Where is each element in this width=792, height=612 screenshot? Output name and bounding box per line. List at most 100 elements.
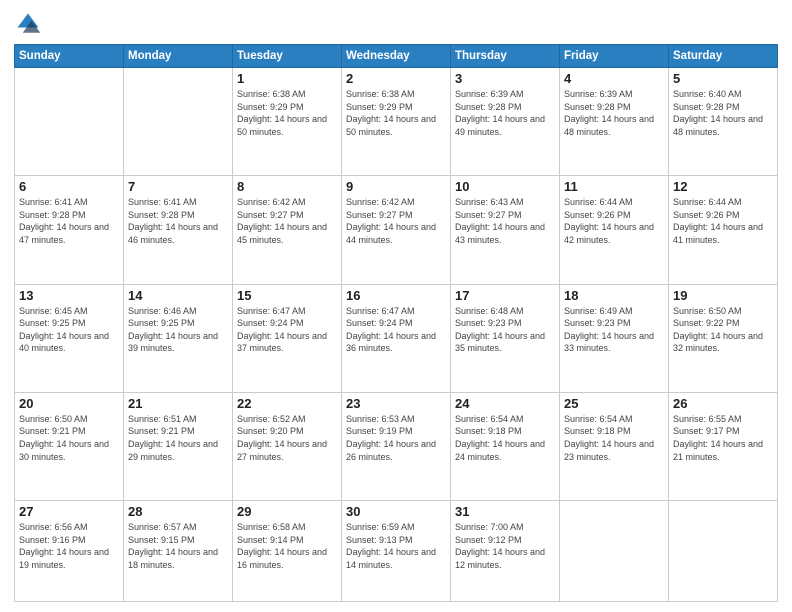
calendar-cell: 29 Sunrise: 6:58 AM Sunset: 9:14 PM Dayli…: [233, 501, 342, 602]
day-number: 17: [455, 288, 555, 303]
cell-info: Sunrise: 6:39 AM Sunset: 9:28 PM Dayligh…: [564, 88, 664, 138]
cell-info: Sunrise: 6:50 AM Sunset: 9:22 PM Dayligh…: [673, 305, 773, 355]
calendar-cell: 19 Sunrise: 6:50 AM Sunset: 9:22 PM Dayli…: [669, 284, 778, 392]
calendar-cell: 31 Sunrise: 7:00 AM Sunset: 9:12 PM Dayli…: [451, 501, 560, 602]
calendar-cell: 25Sunrise: 6:54 AM Sunset: 9:18 PM Dayli…: [560, 392, 669, 500]
cell-info: Sunrise: 6:44 AM Sunset: 9:26 PM Dayligh…: [673, 196, 773, 246]
cell-info: Sunrise: 6:59 AM Sunset: 9:13 PM Dayligh…: [346, 521, 446, 571]
calendar-cell: 16Sunrise: 6:47 AM Sunset: 9:24 PM Dayli…: [342, 284, 451, 392]
calendar-cell: 20Sunrise: 6:50 AM Sunset: 9:21 PM Dayli…: [15, 392, 124, 500]
day-number: 22: [237, 396, 337, 411]
day-number: 30: [346, 504, 446, 519]
calendar-cell: 8 Sunrise: 6:42 AM Sunset: 9:27 PM Daylig…: [233, 176, 342, 284]
calendar-cell: 14 Sunrise: 6:46 AM Sunset: 9:25 PM Dayli…: [124, 284, 233, 392]
calendar-cell: [560, 501, 669, 602]
cell-info: Sunrise: 6:44 AM Sunset: 9:26 PM Dayligh…: [564, 196, 664, 246]
day-number: 3: [455, 71, 555, 86]
page: SundayMondayTuesdayWednesdayThursdayFrid…: [0, 0, 792, 612]
weekday-header-thursday: Thursday: [451, 45, 560, 68]
day-number: 24: [455, 396, 555, 411]
cell-info: Sunrise: 6:50 AM Sunset: 9:21 PM Dayligh…: [19, 413, 119, 463]
day-number: 4: [564, 71, 664, 86]
weekday-header-friday: Friday: [560, 45, 669, 68]
day-number: 15: [237, 288, 337, 303]
calendar-cell: [669, 501, 778, 602]
day-number: 19: [673, 288, 773, 303]
weekday-header-row: SundayMondayTuesdayWednesdayThursdayFrid…: [15, 45, 778, 68]
day-number: 8: [237, 179, 337, 194]
calendar-cell: 24 Sunrise: 6:54 AM Sunset: 9:18 PM Dayli…: [451, 392, 560, 500]
cell-info: Sunrise: 6:42 AM Sunset: 9:27 PM Dayligh…: [346, 196, 446, 246]
calendar-cell: 1 Sunrise: 6:38 AM Sunset: 9:29 PM Daylig…: [233, 68, 342, 176]
calendar-row-2: 13Sunrise: 6:45 AM Sunset: 9:25 PM Dayli…: [15, 284, 778, 392]
calendar-cell: [124, 68, 233, 176]
calendar-table: SundayMondayTuesdayWednesdayThursdayFrid…: [14, 44, 778, 602]
cell-info: Sunrise: 6:47 AM Sunset: 9:24 PM Dayligh…: [237, 305, 337, 355]
day-number: 28: [128, 504, 228, 519]
day-number: 27: [19, 504, 119, 519]
calendar-cell: 12Sunrise: 6:44 AM Sunset: 9:26 PM Dayli…: [669, 176, 778, 284]
calendar-cell: 4 Sunrise: 6:39 AM Sunset: 9:28 PM Daylig…: [560, 68, 669, 176]
day-number: 18: [564, 288, 664, 303]
cell-info: Sunrise: 6:40 AM Sunset: 9:28 PM Dayligh…: [673, 88, 773, 138]
calendar-cell: 6 Sunrise: 6:41 AM Sunset: 9:28 PM Daylig…: [15, 176, 124, 284]
day-number: 10: [455, 179, 555, 194]
cell-info: Sunrise: 6:58 AM Sunset: 9:14 PM Dayligh…: [237, 521, 337, 571]
day-number: 23: [346, 396, 446, 411]
calendar-cell: 22 Sunrise: 6:52 AM Sunset: 9:20 PM Dayli…: [233, 392, 342, 500]
cell-info: Sunrise: 6:43 AM Sunset: 9:27 PM Dayligh…: [455, 196, 555, 246]
header: [14, 10, 778, 38]
day-number: 6: [19, 179, 119, 194]
calendar-cell: 13Sunrise: 6:45 AM Sunset: 9:25 PM Dayli…: [15, 284, 124, 392]
cell-info: Sunrise: 6:53 AM Sunset: 9:19 PM Dayligh…: [346, 413, 446, 463]
day-number: 11: [564, 179, 664, 194]
cell-info: Sunrise: 6:49 AM Sunset: 9:23 PM Dayligh…: [564, 305, 664, 355]
cell-info: Sunrise: 6:55 AM Sunset: 9:17 PM Dayligh…: [673, 413, 773, 463]
cell-info: Sunrise: 6:38 AM Sunset: 9:29 PM Dayligh…: [346, 88, 446, 138]
cell-info: Sunrise: 6:41 AM Sunset: 9:28 PM Dayligh…: [128, 196, 228, 246]
day-number: 21: [128, 396, 228, 411]
day-number: 2: [346, 71, 446, 86]
weekday-header-wednesday: Wednesday: [342, 45, 451, 68]
calendar-cell: 17 Sunrise: 6:48 AM Sunset: 9:23 PM Dayli…: [451, 284, 560, 392]
calendar-cell: 5 Sunrise: 6:40 AM Sunset: 9:28 PM Daylig…: [669, 68, 778, 176]
calendar-row-0: 1 Sunrise: 6:38 AM Sunset: 9:29 PM Daylig…: [15, 68, 778, 176]
logo: [14, 10, 46, 38]
cell-info: Sunrise: 7:00 AM Sunset: 9:12 PM Dayligh…: [455, 521, 555, 571]
calendar-cell: 27 Sunrise: 6:56 AM Sunset: 9:16 PM Dayli…: [15, 501, 124, 602]
calendar-cell: [15, 68, 124, 176]
cell-info: Sunrise: 6:46 AM Sunset: 9:25 PM Dayligh…: [128, 305, 228, 355]
calendar-cell: 26 Sunrise: 6:55 AM Sunset: 9:17 PM Dayli…: [669, 392, 778, 500]
cell-info: Sunrise: 6:57 AM Sunset: 9:15 PM Dayligh…: [128, 521, 228, 571]
cell-info: Sunrise: 6:41 AM Sunset: 9:28 PM Dayligh…: [19, 196, 119, 246]
calendar-cell: 21Sunrise: 6:51 AM Sunset: 9:21 PM Dayli…: [124, 392, 233, 500]
calendar-row-1: 6 Sunrise: 6:41 AM Sunset: 9:28 PM Daylig…: [15, 176, 778, 284]
day-number: 7: [128, 179, 228, 194]
cell-info: Sunrise: 6:56 AM Sunset: 9:16 PM Dayligh…: [19, 521, 119, 571]
calendar-cell: 15 Sunrise: 6:47 AM Sunset: 9:24 PM Dayli…: [233, 284, 342, 392]
cell-info: Sunrise: 6:48 AM Sunset: 9:23 PM Dayligh…: [455, 305, 555, 355]
weekday-header-saturday: Saturday: [669, 45, 778, 68]
weekday-header-monday: Monday: [124, 45, 233, 68]
calendar-cell: 28 Sunrise: 6:57 AM Sunset: 9:15 PM Dayli…: [124, 501, 233, 602]
calendar-cell: 18 Sunrise: 6:49 AM Sunset: 9:23 PM Dayli…: [560, 284, 669, 392]
day-number: 31: [455, 504, 555, 519]
day-number: 14: [128, 288, 228, 303]
weekday-header-sunday: Sunday: [15, 45, 124, 68]
calendar-cell: 30 Sunrise: 6:59 AM Sunset: 9:13 PM Dayli…: [342, 501, 451, 602]
day-number: 16: [346, 288, 446, 303]
cell-info: Sunrise: 6:45 AM Sunset: 9:25 PM Dayligh…: [19, 305, 119, 355]
day-number: 9: [346, 179, 446, 194]
cell-info: Sunrise: 6:38 AM Sunset: 9:29 PM Dayligh…: [237, 88, 337, 138]
cell-info: Sunrise: 6:52 AM Sunset: 9:20 PM Dayligh…: [237, 413, 337, 463]
calendar-cell: 3Sunrise: 6:39 AM Sunset: 9:28 PM Daylig…: [451, 68, 560, 176]
day-number: 5: [673, 71, 773, 86]
day-number: 1: [237, 71, 337, 86]
cell-info: Sunrise: 6:54 AM Sunset: 9:18 PM Dayligh…: [455, 413, 555, 463]
calendar-cell: 11 Sunrise: 6:44 AM Sunset: 9:26 PM Dayli…: [560, 176, 669, 284]
cell-info: Sunrise: 6:42 AM Sunset: 9:27 PM Dayligh…: [237, 196, 337, 246]
day-number: 26: [673, 396, 773, 411]
calendar-row-3: 20Sunrise: 6:50 AM Sunset: 9:21 PM Dayli…: [15, 392, 778, 500]
calendar-cell: 9 Sunrise: 6:42 AM Sunset: 9:27 PM Daylig…: [342, 176, 451, 284]
day-number: 29: [237, 504, 337, 519]
